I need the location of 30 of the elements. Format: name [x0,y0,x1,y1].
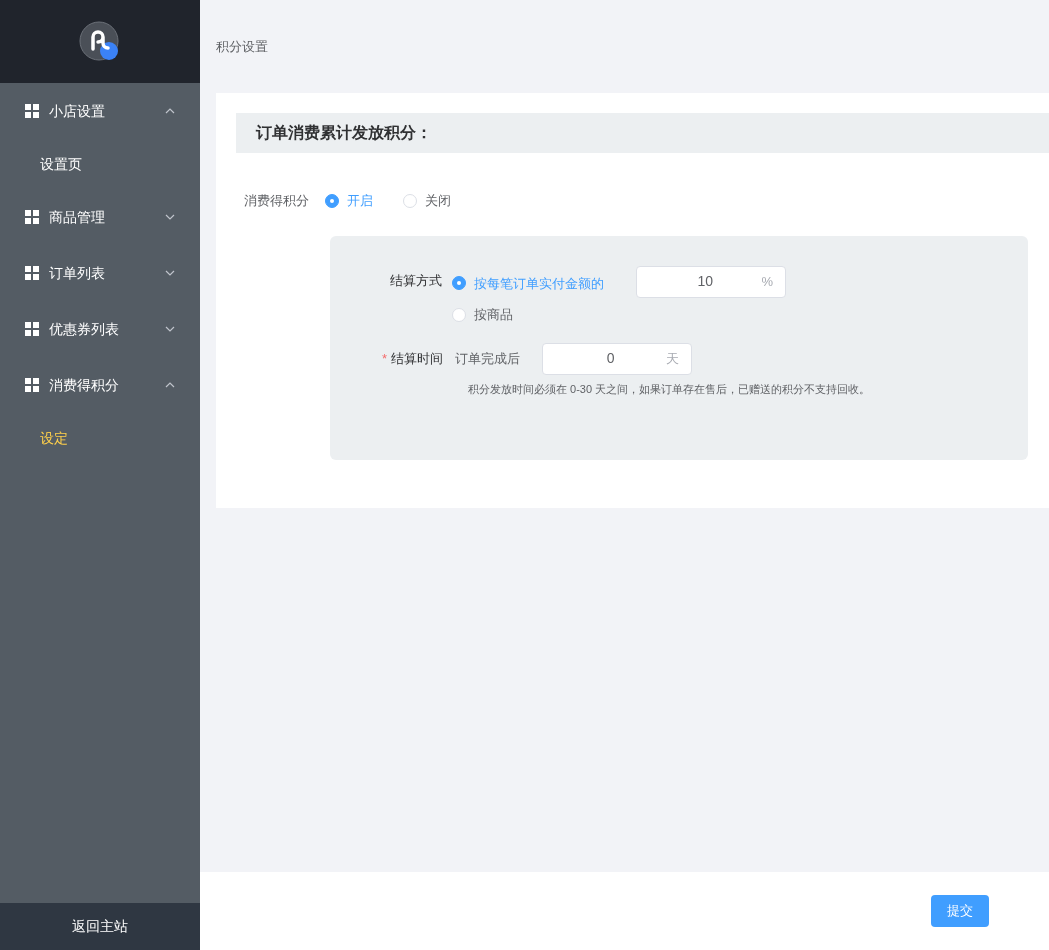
menu-group[interactable]: 消费得积分 [0,357,200,413]
menu-group[interactable]: 商品管理 [0,189,200,245]
menu-group-label: 优惠券列表 [49,319,120,339]
number-input[interactable]: 10 % [636,265,786,298]
menu-group[interactable]: 优惠券列表 [0,301,200,357]
field-prefix: 订单完成后 [455,349,521,368]
grid-icon [25,322,39,336]
hint-text: 积分发放时间必须在 0-30 天之间，如果订单存在售后，已赠送的积分不支持回收。 [468,381,872,397]
grid-icon [25,378,39,392]
menu-group[interactable]: 订单列表 [0,245,200,301]
breadcrumb: 积分设置 [216,37,268,56]
back-to-home-link[interactable]: 返回主站 [0,903,200,950]
field-label: * 结算时间 [382,349,444,368]
radio-option[interactable]: 按商品 [452,305,604,325]
field-label: 结算方式 [390,271,442,290]
grid-icon [25,104,39,118]
grid-icon [25,266,39,280]
menu-item[interactable]: 设置页 [0,139,200,189]
field-label: 消费得积分 [244,192,309,210]
radio-option[interactable]: 关闭 [403,191,451,211]
menu-item[interactable]: 设定 [0,413,200,463]
menu-group-label: 商品管理 [49,207,106,227]
menu-group-label: 小店设置 [49,101,106,121]
number-input[interactable]: 0 天 [542,342,693,375]
section-title: 订单消费累计发放积分： [256,123,432,143]
menu-group-label: 订单列表 [49,263,106,283]
grid-icon [25,210,39,224]
logo-icon [79,20,121,63]
menu-group-label: 消费得积分 [49,375,120,395]
menu-group[interactable]: 小店设置 [0,83,200,139]
